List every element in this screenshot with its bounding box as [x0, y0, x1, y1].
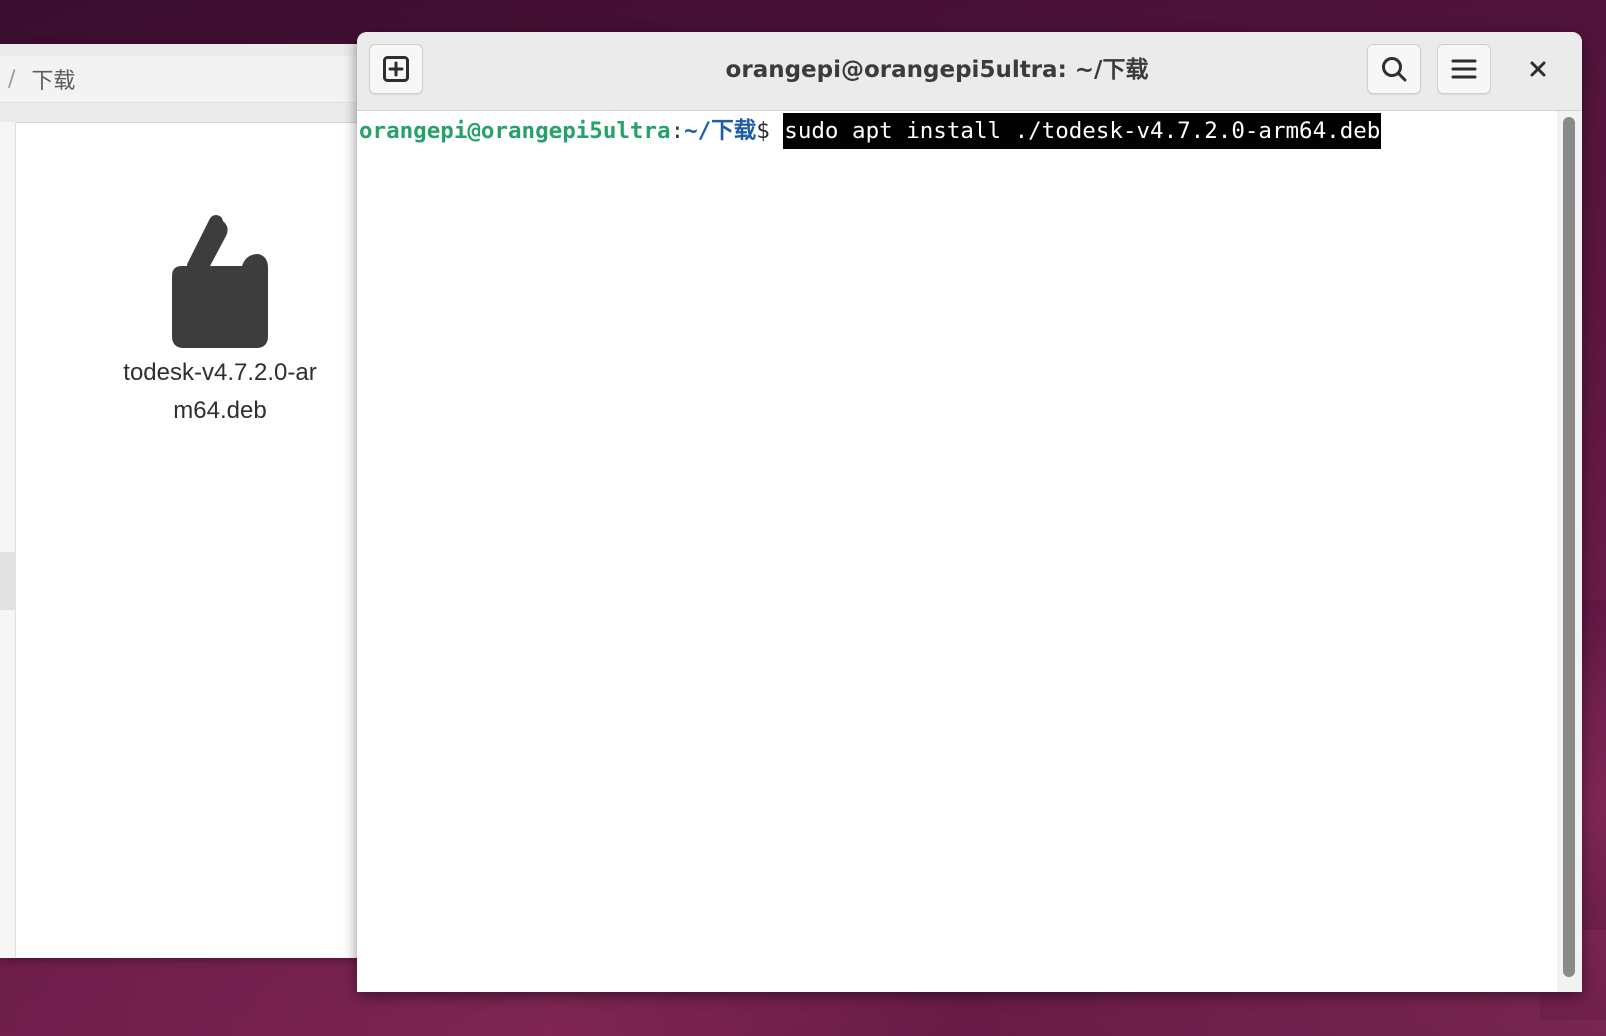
sidebar-selected-item[interactable] — [0, 552, 15, 610]
file-item[interactable]: todesk-v4.7.2.0-arm64.deb — [120, 214, 320, 430]
terminal-header-bar: orangepi@orangepi5ultra: ~/下载 — [357, 32, 1582, 111]
menu-button[interactable] — [1437, 44, 1491, 94]
breadcrumb-separator: / — [8, 66, 16, 92]
prompt-path: ~/下载 — [684, 118, 757, 144]
sidebar[interactable] — [0, 122, 16, 958]
scrollbar-thumb[interactable] — [1563, 117, 1575, 977]
package-icon — [172, 215, 268, 348]
desktop-background: / 下载 todesk-v4.7.2.0-arm64.deb orangepi@… — [0, 0, 1606, 1036]
hamburger-menu-icon — [1451, 59, 1477, 79]
new-tab-button[interactable] — [369, 44, 423, 94]
file-manager-header: / 下载 — [0, 44, 380, 123]
file-manager-window[interactable]: / 下载 todesk-v4.7.2.0-arm64.deb — [0, 44, 380, 958]
prompt-colon: : — [670, 118, 685, 144]
prompt-user-host: orangepi@orangepi5ultra — [359, 118, 671, 144]
prompt-symbol: $ — [756, 118, 784, 144]
new-tab-icon — [383, 56, 409, 82]
search-button[interactable] — [1367, 44, 1421, 94]
breadcrumb-current-folder[interactable]: 下载 — [31, 63, 75, 95]
terminal-window[interactable]: orangepi@orangepi5ultra: ~/下载 orangepi@o… — [357, 32, 1582, 992]
breadcrumb[interactable]: / 下载 — [0, 56, 370, 103]
command-text-selected[interactable]: sudo apt install ./todesk-v4.7.2.0-arm64… — [783, 113, 1382, 149]
terminal-output[interactable]: orangepi@orangepi5ultra: ~/下载 $ sudo apt i… — [357, 111, 1557, 992]
window-title: orangepi@orangepi5ultra: ~/下载 — [725, 57, 1149, 83]
command-line[interactable]: orangepi@orangepi5ultra: ~/下载 $ sudo apt i… — [359, 113, 1382, 149]
scrollbar[interactable] — [1557, 111, 1582, 992]
close-icon — [1530, 61, 1546, 77]
close-button[interactable] — [1513, 44, 1563, 94]
file-name: todesk-v4.7.2.0-arm64.deb — [123, 359, 317, 424]
search-icon — [1382, 57, 1407, 82]
